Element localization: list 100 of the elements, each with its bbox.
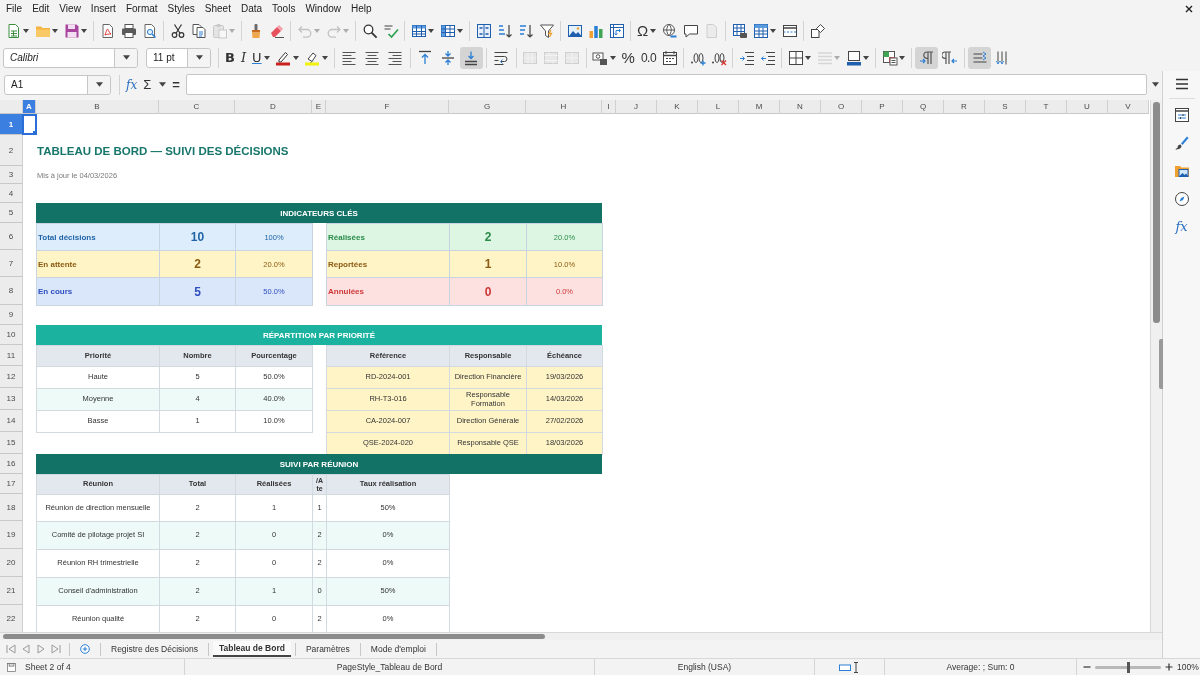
decrease-indent-icon[interactable] [759, 49, 776, 66]
increase-indent-icon[interactable] [738, 49, 755, 66]
row-header[interactable]: 7 [0, 250, 23, 277]
column-header[interactable]: O [821, 100, 862, 114]
cell-cursor[interactable] [22, 114, 37, 135]
sheet-tab[interactable]: Tableau de Bord [212, 641, 291, 657]
caret-icon[interactable] [863, 55, 870, 60]
compass-icon[interactable] [1173, 191, 1190, 207]
formula-input-field[interactable] [185, 74, 1147, 95]
column-header[interactable]: U [1067, 100, 1108, 114]
copy-icon[interactable] [190, 22, 207, 39]
function-wizard-button[interactable]: fx [123, 77, 141, 92]
row-header[interactable]: 6 [0, 223, 23, 250]
scrollbar-thumb[interactable] [3, 634, 545, 639]
row-header[interactable]: 21 [0, 577, 23, 605]
paragraph-left-to-right-button[interactable] [915, 46, 939, 69]
row-header[interactable]: 10 [0, 325, 23, 345]
selection-mode-icon[interactable] [838, 661, 861, 673]
sum-button[interactable]: Σ [140, 77, 155, 92]
pdf-icon[interactable] [99, 22, 116, 39]
menu-item[interactable]: Insert [85, 3, 121, 14]
caret-icon[interactable] [263, 55, 270, 60]
caret-icon[interactable] [122, 55, 130, 60]
column-header[interactable]: P [862, 100, 903, 114]
font-color-icon[interactable] [275, 49, 292, 66]
sort-icon[interactable] [475, 22, 492, 39]
row-header[interactable]: 16 [0, 454, 23, 474]
sheet-tab[interactable]: Mode d'emploi [364, 641, 432, 657]
zoom-out-icon[interactable] [1083, 663, 1091, 671]
menu-item[interactable]: View [54, 3, 86, 14]
column-header[interactable]: R [944, 100, 985, 114]
column-header[interactable]: E [312, 100, 326, 114]
caret-icon[interactable] [899, 55, 906, 60]
close-icon[interactable] [1185, 4, 1193, 13]
column-header[interactable]: I [602, 100, 616, 114]
sort-descending-icon[interactable] [517, 22, 534, 39]
row-header[interactable]: 1 [0, 114, 23, 135]
caret-icon[interactable] [1152, 82, 1159, 87]
row-header[interactable]: 14 [0, 410, 23, 432]
print-preview-icon[interactable] [141, 22, 158, 39]
row-header[interactable]: 4 [0, 184, 23, 203]
special-character-button[interactable]: Ω [634, 20, 652, 41]
cut-icon[interactable] [169, 22, 186, 39]
column-header[interactable]: L [698, 100, 739, 114]
row-header[interactable]: 11 [0, 345, 23, 366]
functions-button[interactable]: fx [1175, 219, 1188, 234]
caret-icon[interactable] [428, 28, 434, 33]
sort-ascending-icon[interactable] [496, 22, 513, 39]
row-header[interactable]: 20 [0, 549, 23, 577]
vertical-scrollbar[interactable] [1150, 100, 1162, 632]
caret-icon[interactable] [95, 82, 103, 87]
bold-button[interactable]: B [222, 47, 238, 68]
caret-icon[interactable] [23, 28, 29, 33]
dropdown-button[interactable] [114, 48, 137, 67]
menu-item[interactable]: Window [300, 3, 346, 14]
border-color-icon[interactable] [845, 49, 862, 66]
name-box-field[interactable]: A1 [4, 74, 111, 95]
text-left-to-right-button[interactable] [968, 46, 992, 69]
zoom-slider-thumb[interactable] [1127, 661, 1130, 673]
underline-button[interactable]: U [249, 47, 265, 68]
sheet-tab[interactable]: Paramètres [299, 641, 356, 657]
menu-item[interactable]: Help [346, 3, 377, 14]
row-header[interactable]: 8 [0, 277, 23, 305]
row-header[interactable]: 5 [0, 203, 23, 223]
eraser-icon[interactable] [268, 22, 285, 39]
rows-grid-icon[interactable] [410, 22, 427, 39]
shapes-icon[interactable] [809, 22, 826, 39]
column-header[interactable]: Q [903, 100, 944, 114]
row-header[interactable]: 17 [0, 474, 23, 494]
column-header[interactable]: T [1026, 100, 1067, 114]
row-header[interactable]: 12 [0, 366, 23, 388]
menu-item[interactable]: File [1, 3, 28, 14]
align-bottom-button[interactable] [459, 46, 483, 69]
menu-item[interactable]: Data [235, 3, 268, 14]
add-sheet-icon[interactable] [80, 644, 90, 654]
date-format-icon[interactable] [661, 49, 678, 66]
horizontal-scrollbar[interactable] [0, 632, 1162, 640]
document-icon[interactable] [6, 661, 17, 673]
font-size-field[interactable]: 11 pt [146, 47, 211, 68]
column-header[interactable]: J [616, 100, 657, 114]
globe-link-icon[interactable] [661, 22, 678, 39]
scrollbar-thumb[interactable] [1153, 102, 1160, 323]
comment-icon[interactable] [682, 22, 699, 39]
columns-grid-icon[interactable] [439, 22, 456, 39]
column-header[interactable]: A [23, 100, 36, 114]
number-format-button[interactable]: 0.0 [637, 47, 660, 68]
menu-icon[interactable] [1173, 76, 1190, 92]
column-header[interactable]: M [739, 100, 780, 114]
caret-icon[interactable] [457, 28, 463, 33]
menu-item[interactable]: Format [120, 3, 163, 14]
zoom-in-icon[interactable] [1165, 663, 1173, 671]
borders-icon[interactable] [787, 49, 804, 66]
column-header[interactable]: D [235, 100, 312, 114]
filter-icon[interactable] [538, 22, 555, 39]
caret-icon[interactable] [805, 55, 812, 60]
caret-icon[interactable] [609, 55, 616, 60]
menu-item[interactable]: Styles [162, 3, 200, 14]
spreadsheet-icon[interactable] [5, 22, 22, 39]
spellcheck-icon[interactable] [382, 22, 399, 39]
font-name-field[interactable]: Calibri [3, 47, 138, 68]
